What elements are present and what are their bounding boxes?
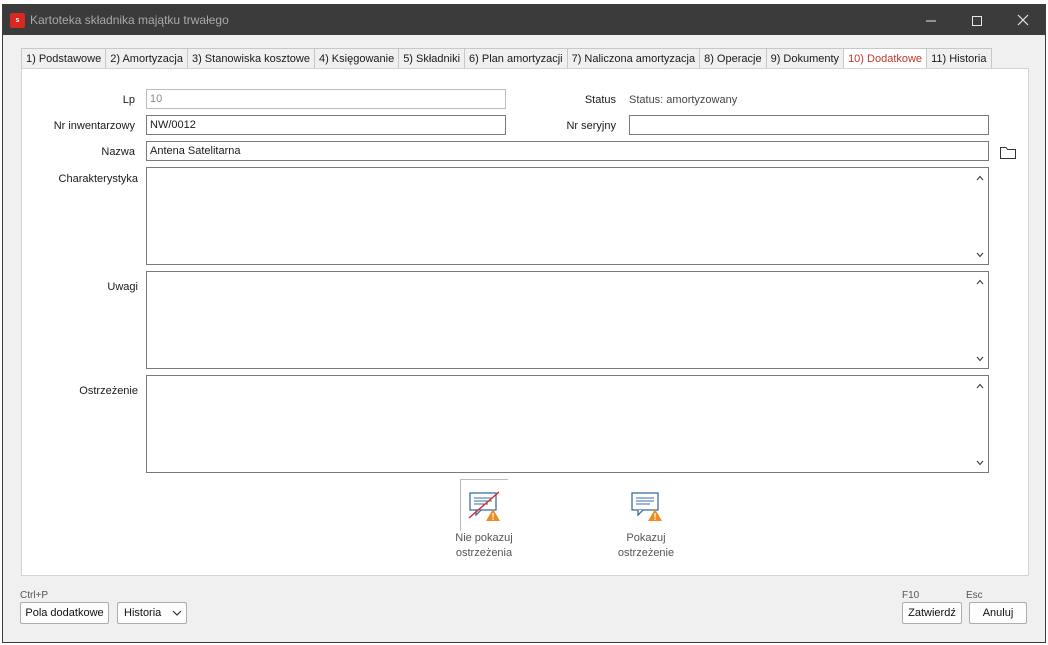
warning-textarea[interactable] [146, 375, 989, 473]
tab-operacje[interactable]: 8) Operacje [699, 48, 767, 69]
show-warning-label-1: Pokazuj [626, 532, 666, 544]
characteristics-label: Charakterystyka [58, 173, 138, 185]
confirm-button[interactable]: Zatwierdź [902, 602, 962, 624]
warning-label: Ostrzeżenie [79, 385, 138, 397]
close-button[interactable] [1000, 5, 1046, 35]
window-title: Kartoteka składnika majątku trwałego [30, 13, 229, 27]
hide-warning-label-2: ostrzeżenia [455, 547, 513, 559]
confirm-shortcut: F10 [902, 590, 920, 601]
serial-number-label: Nr seryjny [566, 120, 616, 132]
tab-strip: 1) Podstawowe 2) Amortyzacja 3) Stanowis… [21, 48, 992, 70]
notes-textarea[interactable] [146, 271, 989, 369]
scroll-down-icon[interactable] [976, 356, 984, 362]
tab-historia[interactable]: 11) Historia [926, 48, 992, 69]
app-logo-icon: s [10, 13, 25, 28]
cancel-shortcut: Esc [966, 590, 983, 601]
scroll-up-icon[interactable] [976, 279, 984, 285]
minimize-button[interactable] [908, 5, 954, 35]
tab-dodatkowe[interactable]: 10) Dodatkowe [843, 48, 928, 70]
scroll-down-icon[interactable] [976, 252, 984, 258]
minimize-icon [926, 20, 936, 22]
inventory-number-field[interactable]: NW/0012 [146, 115, 506, 135]
maximize-button[interactable] [954, 5, 1000, 35]
extra-fields-button[interactable]: Pola dodatkowe [20, 602, 109, 624]
chevron-down-icon [172, 610, 182, 616]
folder-icon[interactable] [999, 144, 1017, 160]
scroll-down-icon[interactable] [976, 460, 984, 466]
scroll-up-icon[interactable] [976, 175, 984, 181]
serial-number-field[interactable] [629, 115, 989, 135]
tab-stanowiska-kosztowe[interactable]: 3) Stanowiska kosztowe [186, 48, 315, 69]
tab-dokumenty[interactable]: 9) Dokumenty [765, 48, 845, 69]
history-select[interactable]: Historia [117, 602, 187, 624]
show-warning-label-2: ostrzeżenie [617, 547, 675, 559]
status-label: Status [584, 94, 616, 106]
inventory-number-label: Nr inwentarzowy [53, 120, 135, 132]
extra-fields-shortcut: Ctrl+P [20, 590, 49, 601]
notes-scrollbar[interactable] [972, 272, 988, 368]
close-icon [1017, 14, 1029, 26]
show-warning-icon [631, 492, 662, 521]
name-label: Nazwa [101, 146, 135, 158]
scroll-up-icon[interactable] [976, 383, 984, 389]
tab-plan-amortyzacji[interactable]: 6) Plan amortyzacji [464, 48, 568, 69]
maximize-icon [972, 16, 982, 27]
hide-warning-button[interactable]: Nie pokazuj ostrzeżenia [455, 479, 513, 561]
tab-panel-dodatkowe: Lp 10 Status Status: amortyzowany Nr inw… [21, 68, 1029, 576]
cancel-button[interactable]: Anuluj [969, 602, 1027, 624]
notes-label: Uwagi [107, 281, 138, 293]
characteristics-scrollbar[interactable] [972, 168, 988, 264]
title-bar[interactable]: s Kartoteka składnika majątku trwałego [3, 5, 1045, 35]
tab-amortyzacja[interactable]: 2) Amortyzacja [105, 48, 188, 69]
tab-ksiegowanie[interactable]: 4) Księgowanie [313, 48, 400, 69]
lp-label: Lp [122, 94, 135, 106]
tab-naliczona-amortyzacja[interactable]: 7) Naliczona amortyzacja [566, 48, 701, 69]
status-value: Status: amortyzowany [629, 94, 738, 106]
history-select-value: Historia [124, 607, 162, 619]
tab-podstawowe[interactable]: 1) Podstawowe [21, 48, 107, 69]
show-warning-button[interactable]: Pokazuj ostrzeżenie [618, 479, 674, 561]
lp-field: 10 [146, 89, 506, 109]
hide-warning-label-1: Nie pokazuj [455, 532, 513, 544]
warning-scrollbar[interactable] [972, 376, 988, 472]
tab-skladniki[interactable]: 5) Składniki [398, 48, 466, 69]
main-window: s Kartoteka składnika majątku trwałego 1… [2, 4, 1046, 643]
name-field[interactable]: Antena Satelitarna [146, 141, 989, 161]
characteristics-textarea[interactable] [146, 167, 989, 265]
hide-warning-icon [468, 491, 500, 521]
